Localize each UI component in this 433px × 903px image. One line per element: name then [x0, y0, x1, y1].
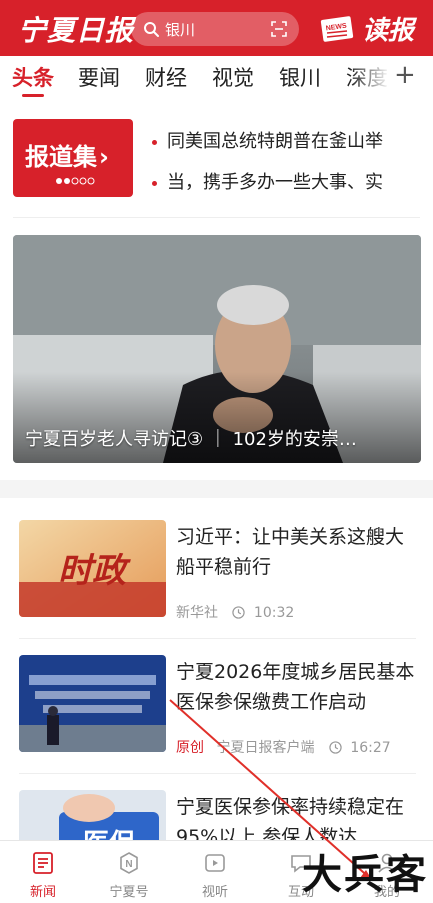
- nav-video[interactable]: 视听: [172, 841, 258, 903]
- news-thumbnail: [19, 655, 166, 752]
- pager-dot: [56, 178, 62, 184]
- news-source: 新华社: [176, 605, 218, 621]
- tab-headline[interactable]: 头条: [12, 62, 54, 92]
- news-meta: 原创 宁夏日报客户端 16:27: [176, 737, 391, 757]
- add-channel-button[interactable]: +: [394, 60, 416, 90]
- news-thumbnail: 时政: [19, 520, 166, 617]
- tabs-fade: [350, 56, 390, 102]
- ningxia-hao-icon: N: [120, 852, 138, 874]
- watermark: 大兵客: [302, 852, 428, 898]
- news-item[interactable]: 宁夏2026年度城乡居民基本医保参保缴费工作启动 原创 宁夏日报客户端 16:2…: [0, 655, 433, 775]
- news-meta: 新华社 10:32: [176, 602, 294, 622]
- app-logo: 宁夏日报: [18, 14, 135, 47]
- divider: [13, 217, 420, 218]
- feature-caption: 宁夏百岁老人寻访记③ ｜ 102岁的安崇…: [25, 429, 357, 450]
- pager-dot: [79, 177, 87, 185]
- divider: [19, 638, 416, 639]
- nav-label: 视听: [201, 885, 228, 900]
- clock-icon: [232, 606, 246, 619]
- divider: [19, 773, 416, 774]
- search-query: 银川: [165, 21, 196, 39]
- original-tag: 原创: [176, 740, 204, 756]
- app-header: 宁夏日报 银川 NEWS 读报: [0, 0, 433, 56]
- tab-news[interactable]: 要闻: [78, 62, 120, 92]
- report-pager-dots: [56, 177, 95, 185]
- report-headline[interactable]: 同美国总统特朗普在釜山举: [152, 127, 427, 153]
- bullet-dot: [152, 139, 157, 145]
- active-tab-indicator: [22, 94, 44, 97]
- svg-text:时政: 时政: [58, 551, 131, 591]
- channel-tabs: 头条 要闻 财经 视觉 银川 深度 +: [0, 56, 433, 102]
- nav-label: 宁夏号: [109, 885, 149, 900]
- svg-text:N: N: [125, 859, 132, 870]
- nav-ningxia-hao[interactable]: N 宁夏号: [86, 841, 172, 903]
- report-collection-label: 报道集›: [25, 143, 109, 171]
- bullet-dot: [152, 180, 157, 186]
- search-bar[interactable]: 银川: [131, 12, 299, 46]
- play-icon: [205, 854, 225, 872]
- nav-label: 新闻: [29, 885, 56, 900]
- report-headline[interactable]: 当，携手多办一些大事、实: [152, 168, 427, 194]
- tab-finance[interactable]: 财经: [145, 62, 187, 92]
- news-icon: [33, 852, 53, 874]
- nav-news[interactable]: 新闻: [0, 841, 86, 903]
- feature-card[interactable]: 宁夏百岁老人寻访记③ ｜ 102岁的安崇…: [13, 235, 421, 463]
- tab-visual[interactable]: 视觉: [212, 62, 254, 92]
- pager-dot: [64, 178, 70, 184]
- report-collection-button[interactable]: 报道集›: [13, 119, 133, 197]
- news-time: 16:27: [350, 740, 391, 756]
- pager-dot: [87, 177, 95, 185]
- newspaper-icon: NEWS: [320, 16, 354, 42]
- read-label: 读报: [362, 16, 415, 46]
- news-title: 习近平：让中美关系这艘大船平稳前行: [176, 526, 405, 578]
- tab-yinchuan[interactable]: 银川: [279, 62, 321, 92]
- section-gap: [0, 480, 433, 498]
- news-source: 宁夏日报客户端: [216, 740, 315, 756]
- read-newspaper-button[interactable]: NEWS 读报: [320, 8, 420, 48]
- news-time: 10:32: [253, 605, 295, 621]
- clock-icon: [329, 741, 342, 754]
- search-icon: [144, 22, 159, 37]
- news-item[interactable]: 时政 习近平：让中美关系这艘大船平稳前行 新华社 10:32: [0, 520, 433, 640]
- scan-icon[interactable]: [271, 21, 287, 37]
- pager-dot: [71, 177, 79, 185]
- news-title: 宁夏2026年度城乡居民基本医保参保缴费工作启动: [176, 661, 415, 713]
